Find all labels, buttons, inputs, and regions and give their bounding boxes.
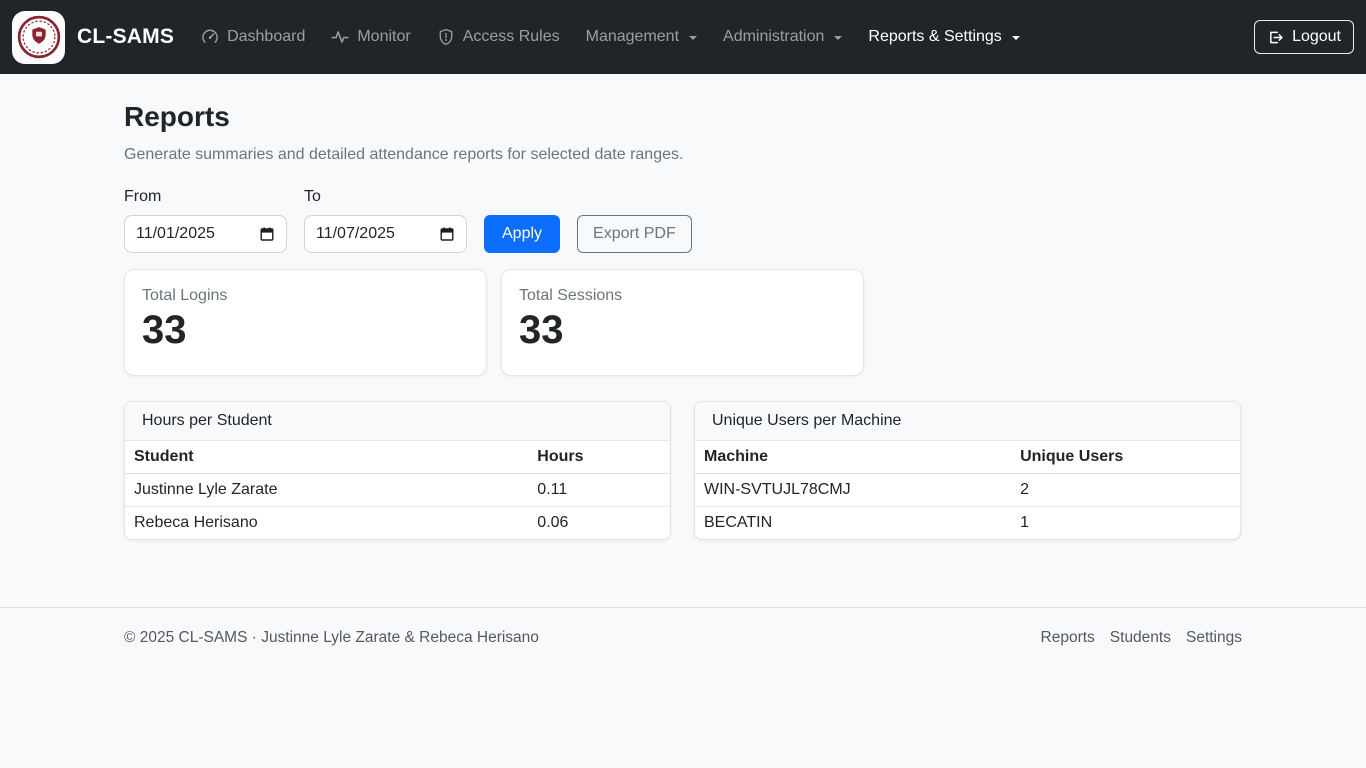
nav-item-reports-settings[interactable]: Reports & Settings [855,20,1032,54]
logout-button[interactable]: Logout [1254,20,1354,54]
apply-button[interactable]: Apply [484,215,560,253]
nav-item-management[interactable]: Management [573,20,710,54]
table-header-row: Machine Unique Users [695,441,1240,474]
logout-label: Logout [1292,28,1341,46]
stat-label: Total Logins [142,287,469,305]
main-content: Reports Generate summaries and detailed … [124,74,1242,540]
to-date-picker-button[interactable] [439,226,455,242]
top-navbar: CL-SAMS Dashboard Monitor Access Rules [0,0,1366,74]
nav-item-label: Reports & Settings [868,28,1001,46]
brand-title[interactable]: CL-SAMS [77,25,174,49]
nav-item-label: Administration [723,28,824,46]
nav-item-access-rules[interactable]: Access Rules [424,20,573,54]
summary-cards-row: Total Logins 33 Total Sessions 33 [124,269,1242,376]
total-sessions-card: Total Sessions 33 [501,269,864,376]
tables-row: Hours per Student Student Hours Justinne… [124,401,1242,540]
nav-links: Dashboard Monitor Access Rules Managemen… [188,20,1033,54]
total-logins-card: Total Logins 33 [124,269,487,376]
column-header: Machine [695,441,1011,474]
footer-link-settings[interactable]: Settings [1186,629,1242,647]
calendar-icon [439,226,455,242]
footer-copyright: © 2025 CL-SAMS · Justinne Lyle Zarate & … [124,629,539,647]
hours-per-student-table: Student Hours Justinne Lyle Zarate 0.11 … [125,441,670,539]
from-date-input[interactable] [136,225,253,243]
shield-exclamation-icon [437,28,455,46]
to-date-input-wrap [304,215,467,253]
stat-value: 33 [142,309,469,351]
nav-item-label: Access Rules [463,28,560,46]
table-title: Unique Users per Machine [695,402,1240,441]
column-header: Unique Users [1011,441,1240,474]
footer-links: Reports Students Settings [1041,629,1242,647]
table-header-row: Student Hours [125,441,670,474]
table-cell: Rebeca Herisano [125,507,528,540]
nav-item-label: Monitor [357,28,410,46]
page-subtitle: Generate summaries and detailed attendan… [124,146,1242,164]
unique-users-per-machine-table: Machine Unique Users WIN-SVTUJL78CMJ 2 B… [695,441,1240,539]
table-row: WIN-SVTUJL78CMJ 2 [695,474,1240,507]
nav-item-dashboard[interactable]: Dashboard [188,20,318,54]
hours-per-student-card: Hours per Student Student Hours Justinne… [124,401,671,540]
footer-link-reports[interactable]: Reports [1041,629,1095,647]
table-row: Justinne Lyle Zarate 0.11 [125,474,670,507]
to-label: To [304,188,467,206]
table-row: Rebeca Herisano 0.06 [125,507,670,540]
table-cell: Justinne Lyle Zarate [125,474,528,507]
from-date-field: From [124,188,287,253]
from-date-input-wrap [124,215,287,253]
date-filter-row: From To [124,188,1242,253]
page-title: Reports [124,101,1242,133]
table-row: BECATIN 1 [695,507,1240,540]
box-arrow-right-icon [1267,29,1284,46]
table-cell: 0.06 [528,507,670,540]
table-cell: BECATIN [695,507,1011,540]
unique-users-per-machine-card: Unique Users per Machine Machine Unique … [694,401,1241,540]
table-cell: 0.11 [528,474,670,507]
app-logo[interactable] [12,11,65,64]
calendar-icon [259,226,275,242]
from-date-picker-button[interactable] [259,226,275,242]
stat-label: Total Sessions [519,287,846,305]
speedometer-icon [201,28,219,46]
activity-icon [331,28,349,46]
column-header: Student [125,441,528,474]
to-date-input[interactable] [316,225,433,243]
to-date-field: To [304,188,467,253]
export-pdf-button[interactable]: Export PDF [577,215,692,253]
chevron-down-icon [834,36,842,40]
from-label: From [124,188,287,206]
page-footer: © 2025 CL-SAMS · Justinne Lyle Zarate & … [0,607,1366,671]
table-cell: 2 [1011,474,1240,507]
footer-link-students[interactable]: Students [1110,629,1171,647]
university-seal-icon [16,14,62,60]
column-header: Hours [528,441,670,474]
nav-item-label: Dashboard [227,28,305,46]
nav-item-monitor[interactable]: Monitor [318,20,423,54]
chevron-down-icon [689,36,697,40]
table-cell: 1 [1011,507,1240,540]
nav-item-administration[interactable]: Administration [710,20,855,54]
table-cell: WIN-SVTUJL78CMJ [695,474,1011,507]
table-title: Hours per Student [125,402,670,441]
nav-item-label: Management [586,28,679,46]
chevron-down-icon [1012,36,1020,40]
stat-value: 33 [519,309,846,351]
